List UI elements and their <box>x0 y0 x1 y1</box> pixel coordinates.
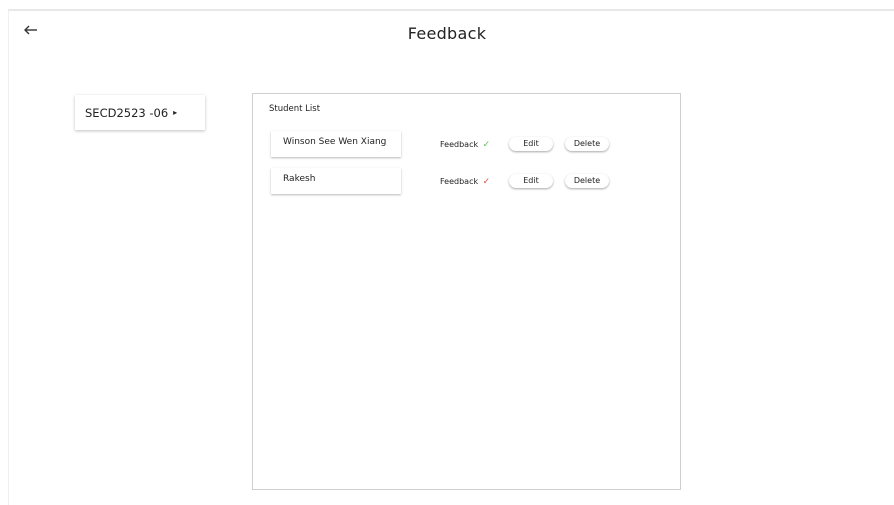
student-name: Rakesh <box>283 174 316 184</box>
feedback-label: Feedback <box>440 177 479 186</box>
feedback-label: Feedback <box>440 140 479 149</box>
delete-button[interactable]: Delete <box>565 137 609 151</box>
delete-button[interactable]: Delete <box>565 174 609 188</box>
student-name: Winson See Wen Xiang <box>283 137 387 147</box>
caret-right-icon: ▸ <box>173 108 178 117</box>
student-name-card[interactable]: Winson See Wen Xiang <box>271 131 401 157</box>
student-name-card[interactable]: Rakesh <box>271 168 401 194</box>
check-icon: ✓ <box>482 177 491 187</box>
page-title: Feedback <box>407 24 487 43</box>
student-row: Rakesh Feedback ✓ Edit Delete <box>271 168 671 194</box>
course-selector[interactable]: SECD2523 -06 ▸ <box>75 95 205 130</box>
check-icon: ✓ <box>482 140 491 150</box>
student-list-panel: Student List Winson See Wen Xiang Feedba… <box>252 93 681 490</box>
feedback-status[interactable]: Feedback ✓ <box>440 177 490 187</box>
student-list-title: Student List <box>269 104 321 114</box>
edit-button[interactable]: Edit <box>509 174 553 188</box>
student-row: Winson See Wen Xiang Feedback ✓ Edit Del… <box>271 131 671 157</box>
feedback-status[interactable]: Feedback ✓ <box>440 140 490 150</box>
course-label: SECD2523 -06 <box>85 105 169 120</box>
edit-button[interactable]: Edit <box>509 137 553 151</box>
